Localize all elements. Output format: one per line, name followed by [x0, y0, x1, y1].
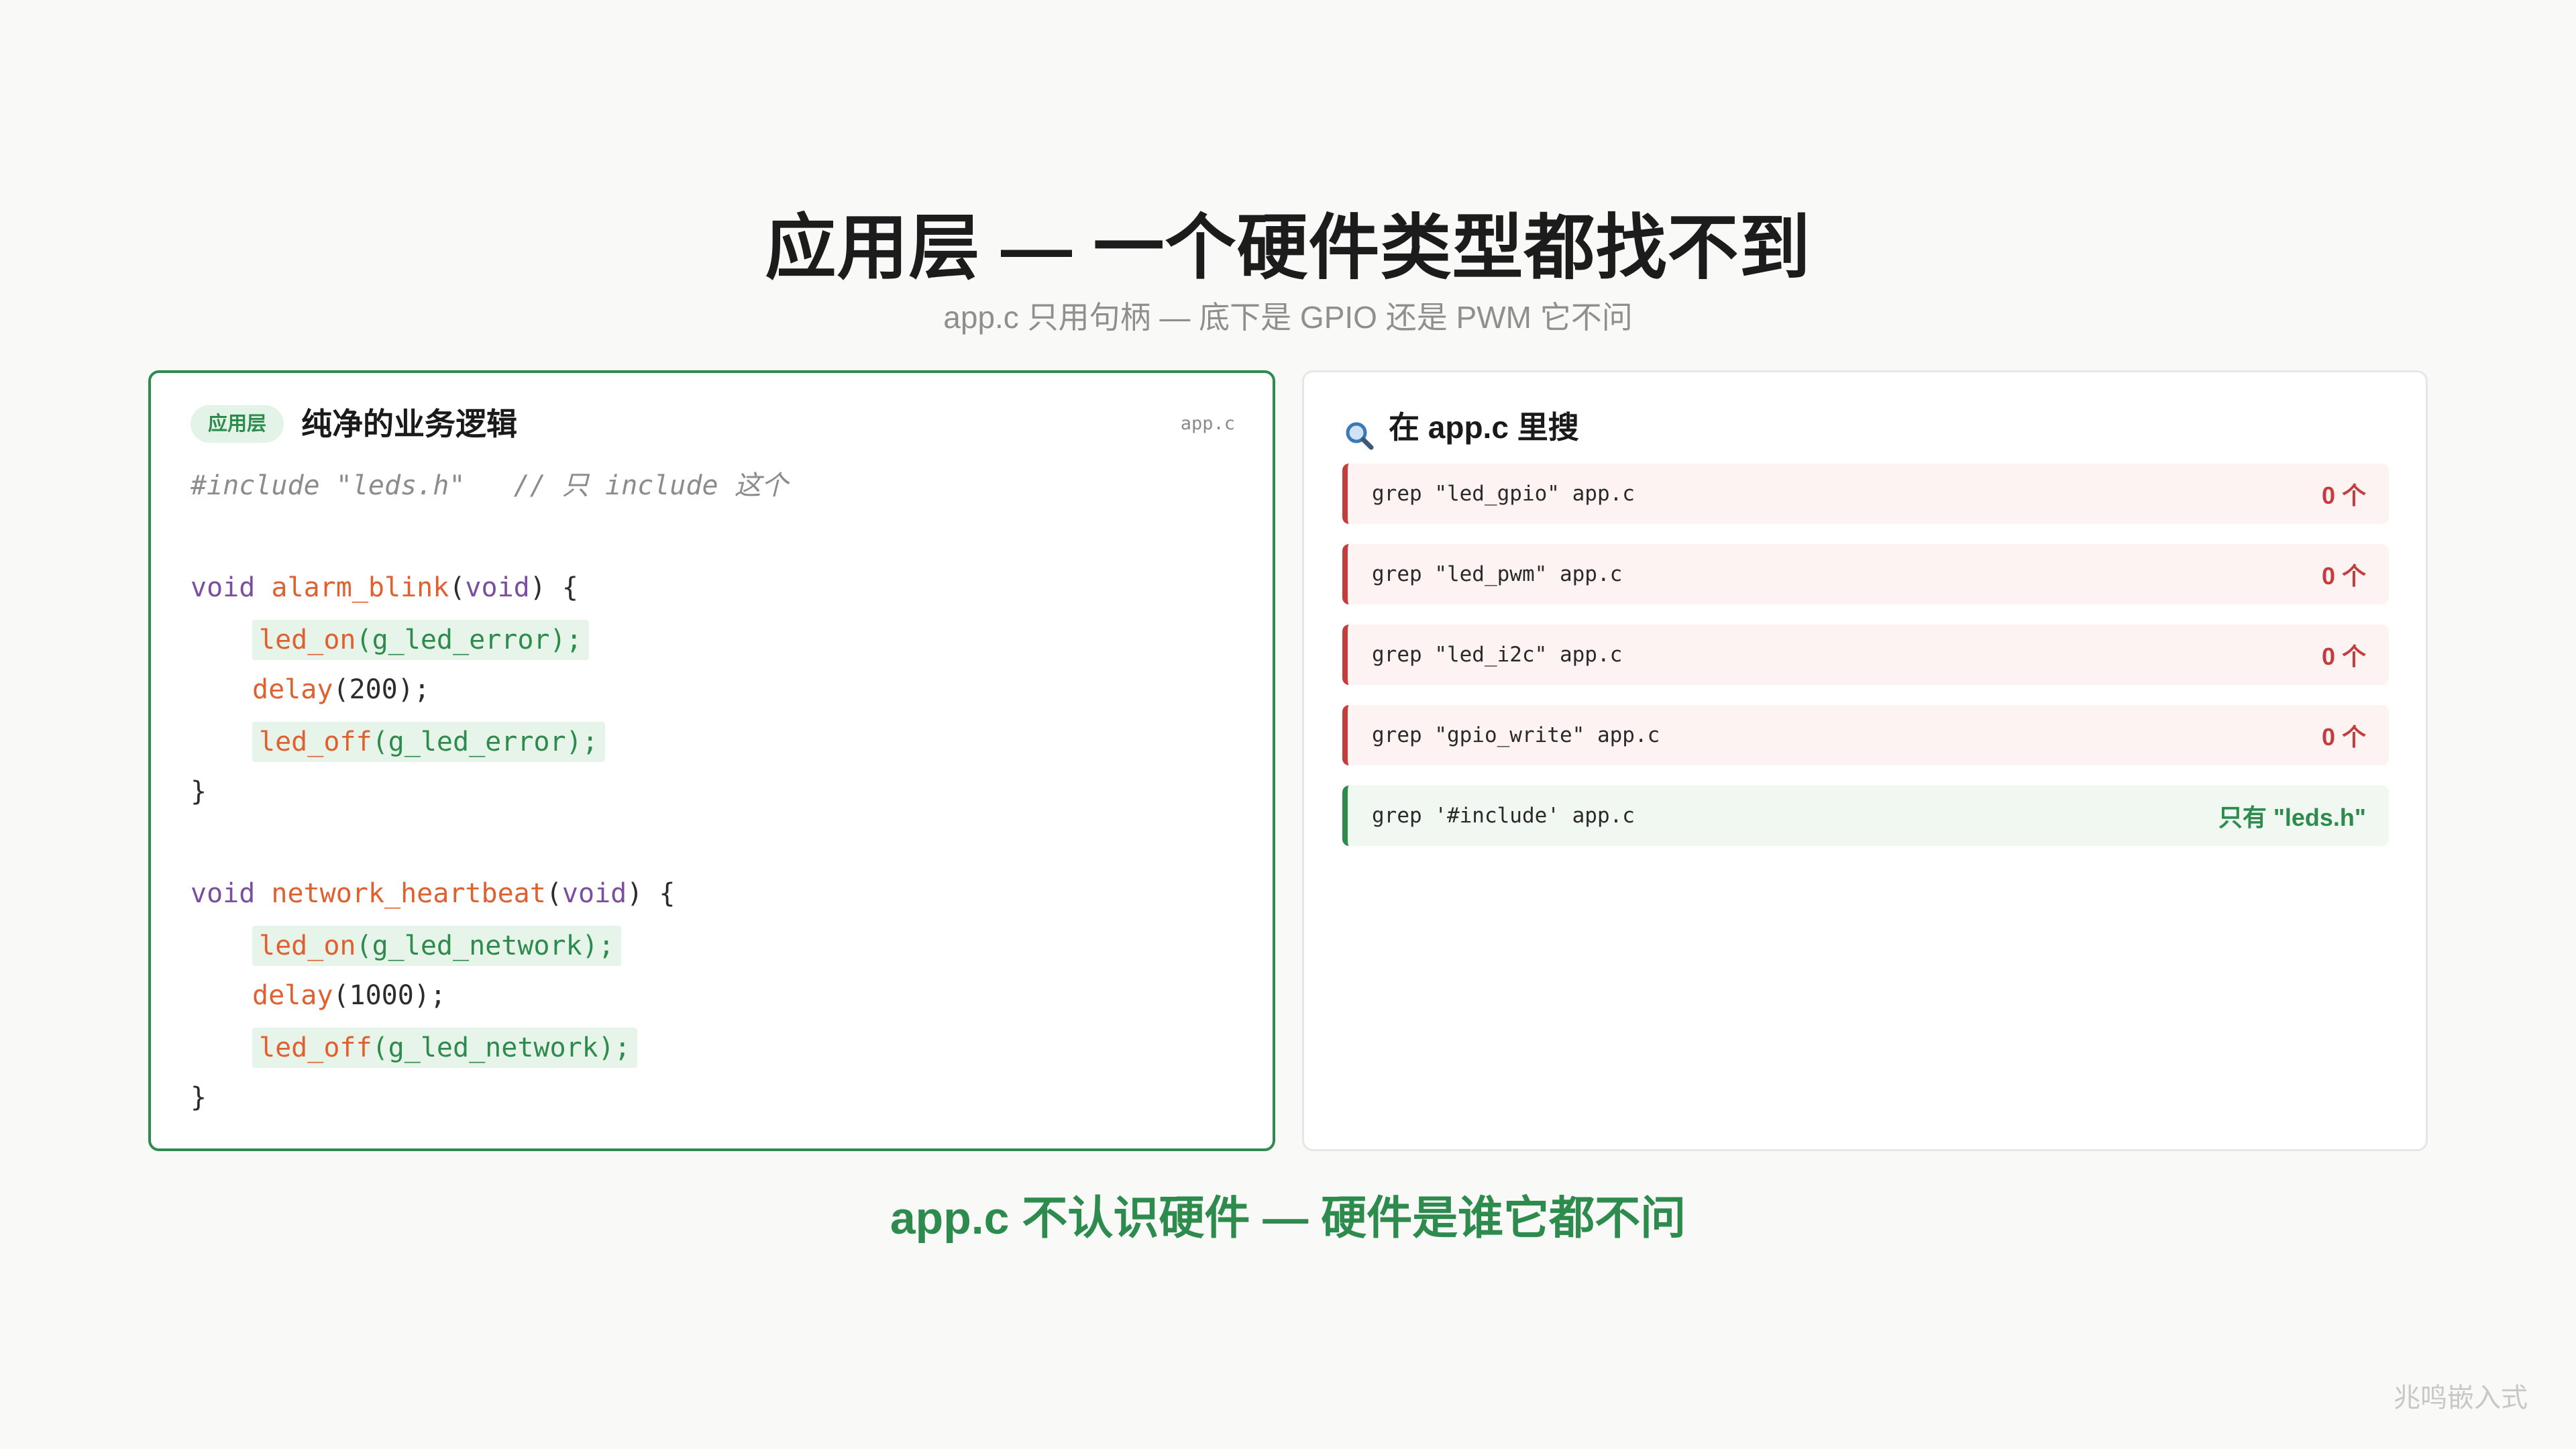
call-args: (g_led_error); — [356, 625, 582, 655]
code-statement: led_on(g_led_error); — [191, 613, 1237, 664]
call-function: led_on — [259, 930, 356, 961]
function-name: alarm_blink — [271, 572, 449, 603]
fn-signature-network-heartbeat: void network_heartbeat(void) { — [191, 878, 676, 909]
handle-call-highlight: led_off(g_led_network); — [252, 1028, 637, 1068]
grep-result: 0 个 — [2321, 482, 2366, 509]
handle-call-highlight: led_off(g_led_error); — [252, 722, 605, 762]
param-type: void — [465, 572, 530, 603]
call-function: led_off — [259, 1032, 372, 1063]
open-brace: ) { — [529, 572, 578, 603]
close-brace: } — [191, 1082, 207, 1113]
summary-caption: app.c 不认识硬件 — 硬件是谁它都不问 — [890, 1193, 1686, 1244]
grep-result-list: grep "led_gpio" app.c 0 个 grep "led_pwm"… — [1342, 464, 2389, 866]
grep-result: 只有 "leds.h" — [2218, 804, 2366, 831]
call-args: (g_led_error); — [372, 727, 598, 757]
code-panel-heading: 纯净的业务逻辑 — [301, 407, 517, 441]
include-line: #include "leds.h" // 只 include 这个 — [191, 460, 1237, 511]
handle-call-highlight: led_on(g_led_network); — [252, 926, 621, 966]
code-panel: 应用层 纯净的业务逻辑 app.c #include "leds.h" // 只… — [148, 370, 1275, 1151]
grep-result: 0 个 — [2321, 643, 2366, 670]
function-name: network_heartbeat — [271, 878, 546, 909]
grep-row: grep "led_pwm" app.c 0 个 — [1342, 544, 2389, 604]
code-statement: led_off(g_led_network); — [191, 1021, 1237, 1072]
handle-call-highlight: led_on(g_led_error); — [252, 620, 589, 660]
grep-row: grep "gpio_write" app.c 0 个 — [1342, 705, 2389, 765]
call-args: (1000); — [333, 980, 446, 1011]
code-statement: led_off(g_led_error); — [191, 715, 1237, 766]
call-function: delay — [252, 980, 333, 1011]
code-statement: led_on(g_led_network); — [191, 919, 1237, 970]
grep-row: grep "led_gpio" app.c 0 个 — [1342, 464, 2389, 524]
filename-label: app.c — [1180, 413, 1235, 434]
close-brace: } — [191, 776, 207, 807]
page-title: 应用层 — 一个硬件类型都找不到 — [765, 209, 1811, 288]
open-brace: ) { — [627, 878, 676, 909]
call-args: (200); — [333, 674, 430, 705]
magnifier-icon — [1344, 413, 1374, 450]
layer-badge: 应用层 — [191, 405, 284, 443]
fn-signature-alarm-blink: void alarm_blink(void) { — [191, 572, 578, 603]
brand-watermark: 兆鸣嵌入式 — [2394, 1383, 2528, 1413]
code-statement: delay(200); — [191, 664, 1237, 715]
param-type: void — [561, 878, 627, 909]
call-function: delay — [252, 674, 333, 705]
call-args: (g_led_network); — [372, 1032, 631, 1063]
return-type: void — [191, 878, 256, 909]
return-type: void — [191, 572, 256, 603]
grep-row: grep "led_i2c" app.c 0 个 — [1342, 625, 2389, 685]
grep-result: 0 个 — [2321, 723, 2366, 751]
call-function: led_on — [259, 625, 356, 655]
code-statement: delay(1000); — [191, 970, 1237, 1021]
search-panel-heading: 在 app.c 里搜 — [1344, 400, 1579, 454]
grep-command: grep "gpio_write" app.c — [1372, 723, 1660, 747]
grep-command: grep '#include' app.c — [1372, 804, 1635, 828]
grep-result: 0 个 — [2321, 562, 2366, 590]
call-function: led_off — [259, 727, 372, 757]
call-args: (g_led_network); — [356, 930, 614, 961]
search-heading-text: 在 app.c 里搜 — [1389, 410, 1579, 445]
search-panel: 在 app.c 里搜 grep "led_gpio" app.c 0 个 gre… — [1302, 370, 2428, 1151]
grep-command: grep "led_i2c" app.c — [1372, 643, 1623, 667]
grep-command: grep "led_pwm" app.c — [1372, 562, 1623, 586]
include-comment: // 只 include 这个 — [513, 470, 788, 501]
include-directive: #include "leds.h" — [191, 470, 466, 501]
grep-row: grep '#include' app.c 只有 "leds.h" — [1342, 786, 2389, 846]
page-subtitle: app.c 只用句柄 — 底下是 GPIO 还是 PWM 它不问 — [943, 300, 1633, 335]
code-block: #include "leds.h" // 只 include 这个 void a… — [191, 460, 1237, 1123]
grep-command: grep "led_gpio" app.c — [1372, 482, 1635, 506]
